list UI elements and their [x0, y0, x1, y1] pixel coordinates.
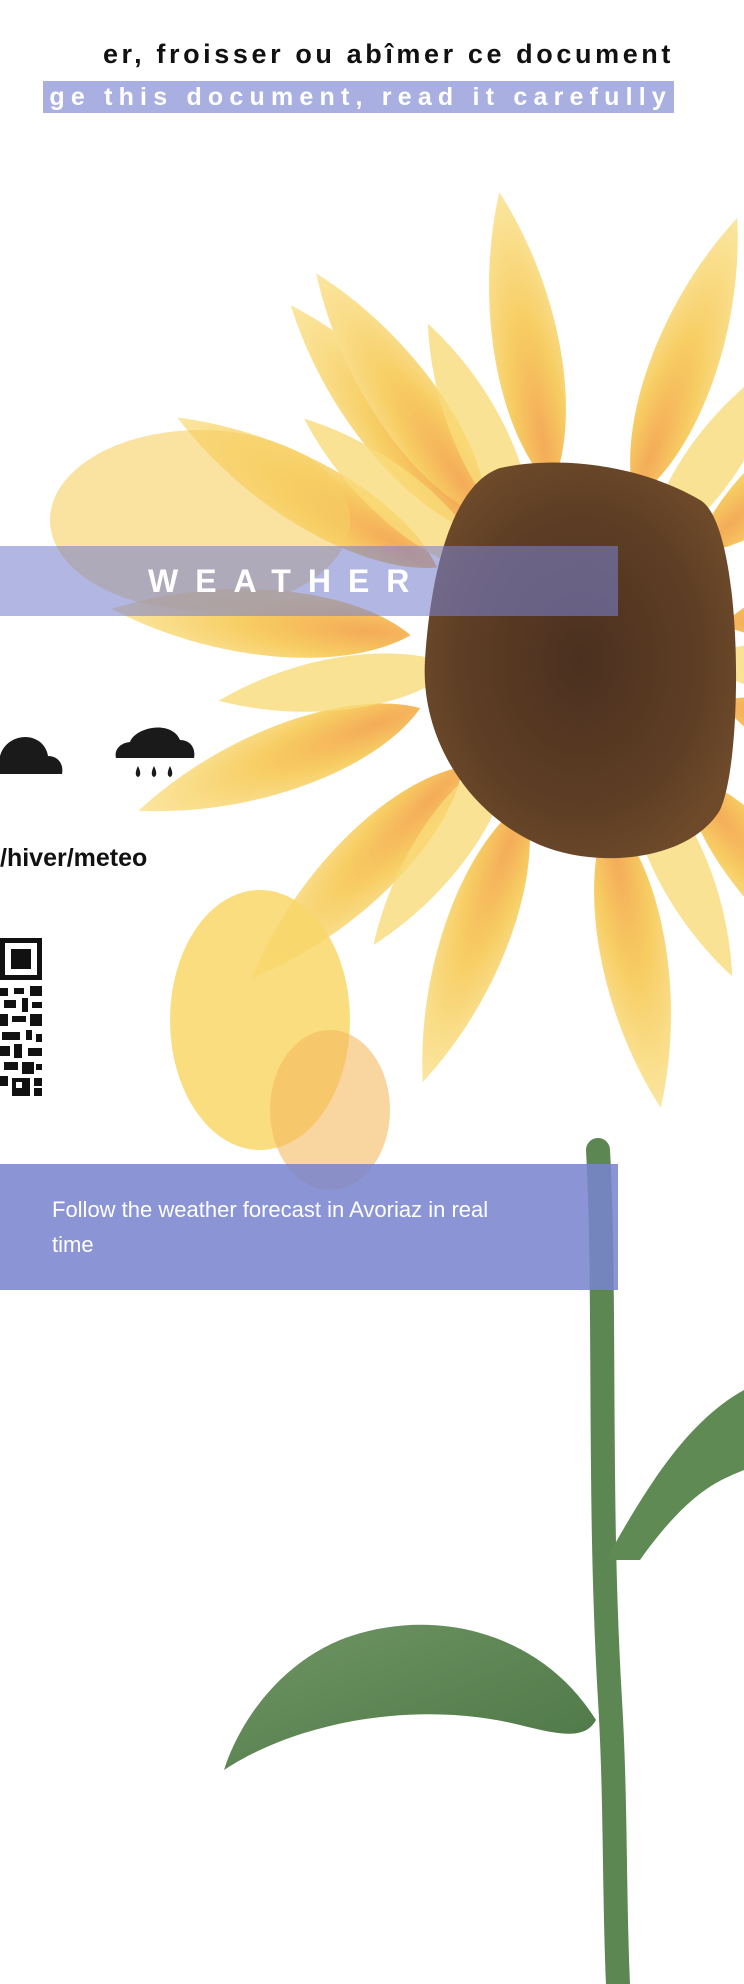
notice-english-line: ge this document, read it carefully — [43, 81, 674, 113]
weather-title: WEATHER — [148, 563, 427, 599]
weather-info-text: Follow the weather forecast in Avoriaz i… — [52, 1197, 489, 1257]
notice-french-line: er, froisser ou abîmer ce document — [102, 39, 674, 69]
rain-cloud-icon — [115, 727, 195, 777]
cloud-icon — [0, 736, 63, 774]
qr-code-icon — [0, 938, 42, 1096]
weather-info-box: Follow the weather forecast in Avoriaz i… — [0, 1164, 618, 1290]
sunflower-illustration — [50, 186, 744, 1984]
weather-url-link[interactable]: /hiver/meteo — [0, 840, 147, 876]
